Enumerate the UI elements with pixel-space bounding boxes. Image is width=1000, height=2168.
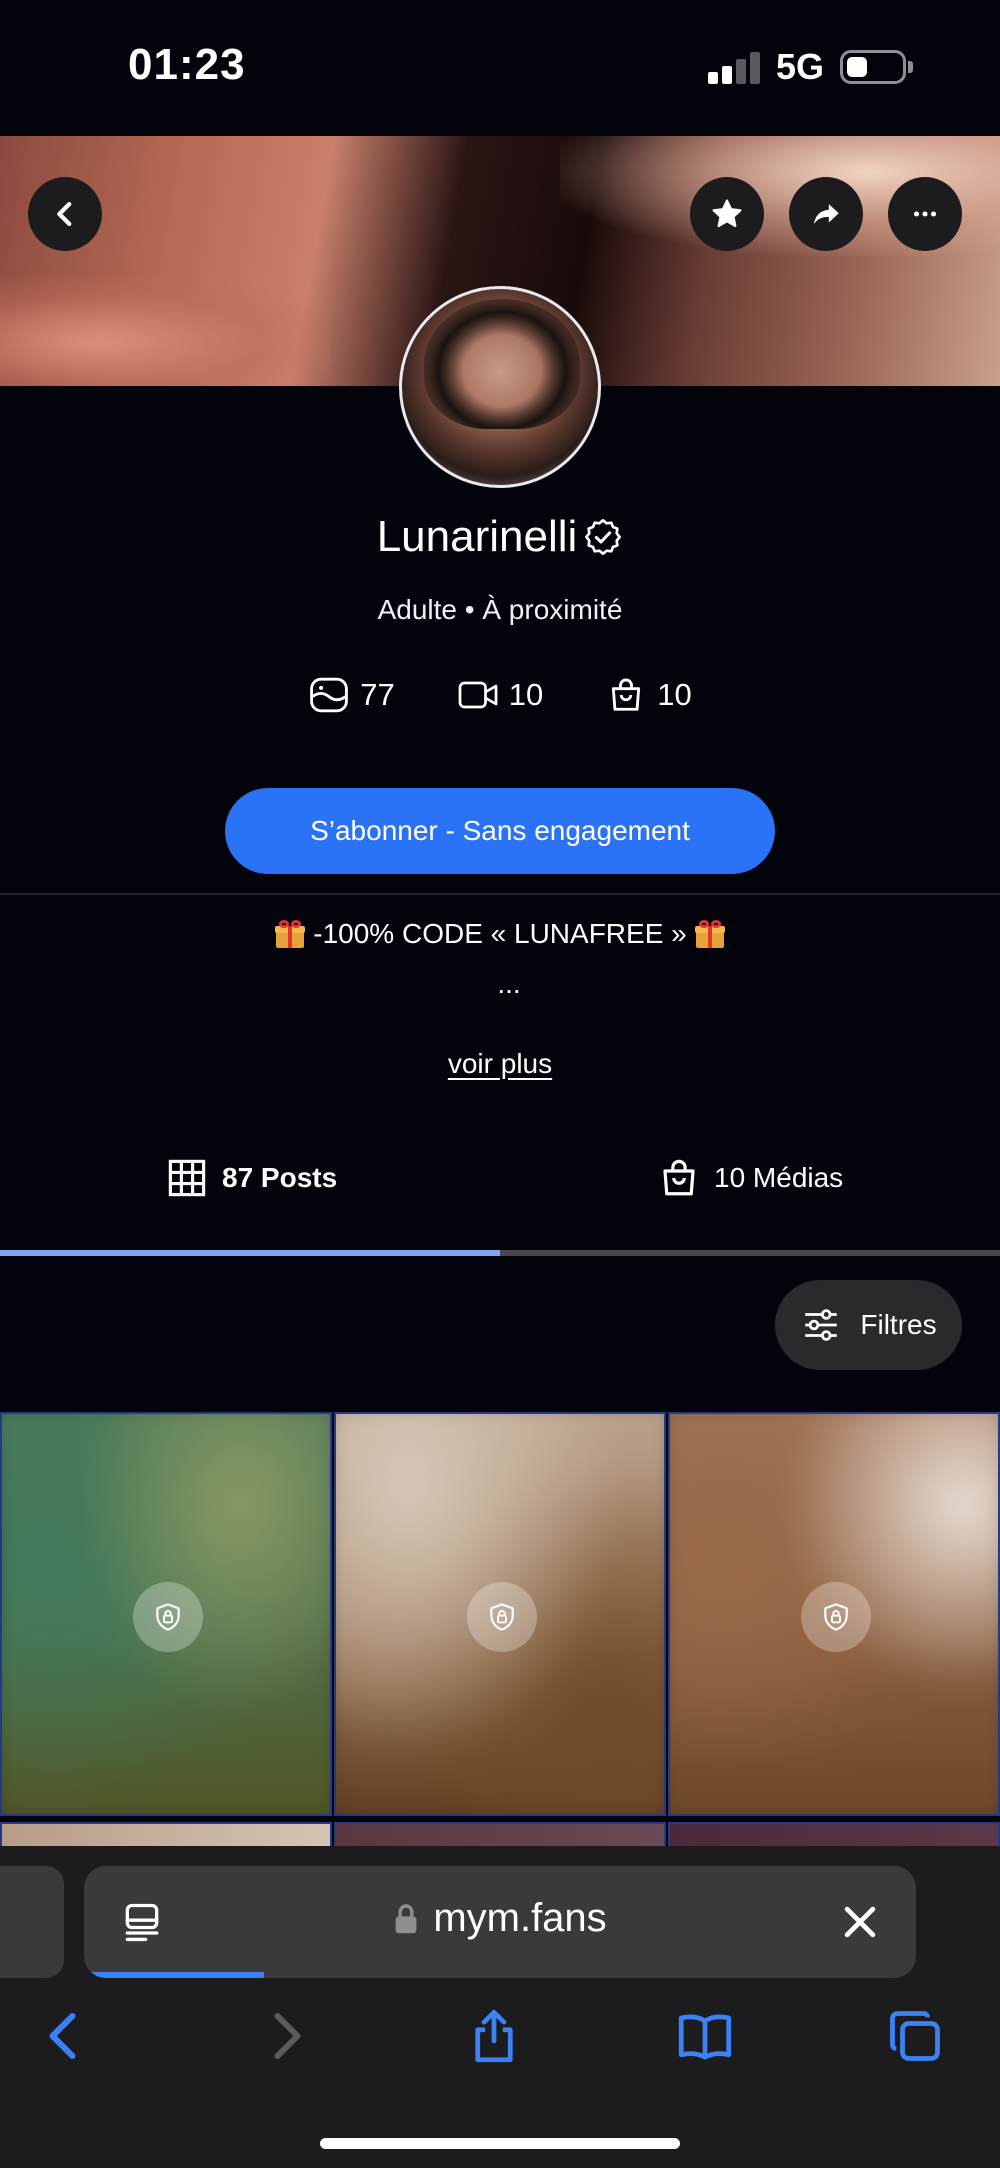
status-time: 01:23 xyxy=(128,40,246,89)
profile-subtitle: Adulte • À proximité xyxy=(377,594,623,625)
signal-icon xyxy=(708,52,762,84)
chevron-left-icon xyxy=(49,2013,76,2059)
gift-icon xyxy=(694,920,725,948)
filters-label: Filtres xyxy=(860,1309,937,1340)
locked-post-thumbnail[interactable] xyxy=(0,1412,332,1816)
back-button[interactable] xyxy=(28,177,102,251)
divider xyxy=(0,893,1000,895)
grid-icon xyxy=(168,1159,206,1197)
browser-share-button[interactable] xyxy=(459,2006,529,2066)
post-thumbnail-peek[interactable] xyxy=(0,1822,332,1846)
stat-videos: 10 xyxy=(457,676,543,714)
photo-icon xyxy=(310,677,349,713)
chevron-right-icon xyxy=(274,2013,301,2059)
chevron-left-icon xyxy=(57,201,72,227)
stat-photos-count: 77 xyxy=(360,677,395,712)
stat-shop: 10 xyxy=(605,676,692,714)
tab-active-indicator xyxy=(0,1250,500,1256)
more-options-button[interactable] xyxy=(888,177,962,251)
address-bar[interactable]: mym.fans xyxy=(84,1866,916,1978)
see-more-link[interactable]: voir plus xyxy=(0,1048,1000,1080)
browser-forward-button[interactable] xyxy=(250,2006,320,2066)
video-camera-icon xyxy=(458,681,498,709)
subscribe-button[interactable]: S’abonner - Sans engagement xyxy=(225,788,775,874)
tab-media-label: 10 Médias xyxy=(714,1162,844,1193)
lock-shield-icon xyxy=(467,1582,537,1652)
lock-shield-icon xyxy=(133,1582,203,1652)
browser-back-button[interactable] xyxy=(30,2006,100,2066)
stat-shop-count: 10 xyxy=(657,677,692,712)
profile-name-row: Lunarinelli xyxy=(0,512,1000,562)
stat-videos-count: 10 xyxy=(508,677,544,712)
tab-posts[interactable]: 87 Posts xyxy=(166,1152,337,1204)
post-thumbnail-peek[interactable] xyxy=(668,1822,1000,1846)
sliders-icon xyxy=(805,1309,838,1341)
promo-text: -100% CODE « LUNAFREE » xyxy=(313,918,687,949)
shopping-bag-icon xyxy=(663,1159,695,1196)
tab-posts-label: 87 Posts xyxy=(222,1162,338,1193)
browser-tabs-button[interactable] xyxy=(880,2006,950,2066)
ellipsis-icon xyxy=(913,211,937,217)
lock-shield-icon xyxy=(801,1582,871,1652)
share-arrow-icon xyxy=(813,204,839,224)
gift-icon xyxy=(275,920,306,948)
status-bar: 01:23 5G xyxy=(0,0,1000,136)
profile-avatar[interactable] xyxy=(399,286,601,488)
stat-photos: 77 xyxy=(308,676,395,714)
page-load-progress xyxy=(84,1972,264,1978)
promo-line: -100% CODE « LUNAFREE » xyxy=(0,918,1000,955)
close-icon xyxy=(844,1906,876,1938)
post-thumbnail-peek[interactable] xyxy=(334,1822,666,1846)
url-text: mym.fans xyxy=(433,1896,607,1940)
share-icon xyxy=(475,2009,513,2063)
filters-button[interactable]: Filtres xyxy=(775,1280,962,1370)
url-display[interactable]: mym.fans xyxy=(84,1896,916,1946)
lock-icon xyxy=(395,1903,417,1933)
tabs-icon xyxy=(890,2011,940,2061)
browser-bookmarks-button[interactable] xyxy=(670,2006,740,2066)
open-book-icon xyxy=(678,2014,732,2060)
locked-post-thumbnail[interactable] xyxy=(668,1412,1000,1816)
locked-post-thumbnail[interactable] xyxy=(334,1412,666,1816)
shopping-bag-icon xyxy=(612,678,641,711)
battery-tip xyxy=(908,61,913,73)
star-icon xyxy=(712,199,742,228)
profile-name: Lunarinelli xyxy=(376,512,578,561)
tab-media[interactable]: 10 Médias xyxy=(658,1152,843,1204)
previous-tab[interactable] xyxy=(0,1866,64,1978)
share-button[interactable] xyxy=(789,177,863,251)
battery-icon xyxy=(840,50,906,84)
close-tab-button[interactable] xyxy=(838,1900,882,1949)
bio-ellipsis: ... xyxy=(497,968,521,999)
network-type: 5G xyxy=(776,46,825,87)
home-indicator[interactable] xyxy=(320,2138,680,2149)
profile-stats: 77 10 10 xyxy=(0,676,1000,714)
favorite-button[interactable] xyxy=(690,177,764,251)
verified-badge-icon xyxy=(583,517,623,557)
